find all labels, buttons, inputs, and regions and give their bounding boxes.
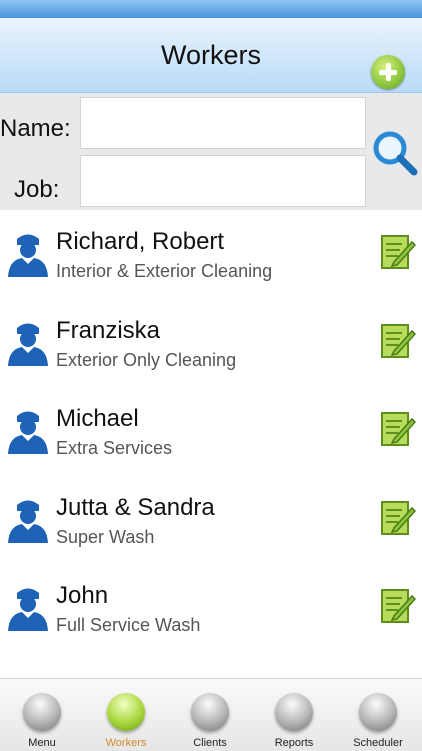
worker-avatar-icon <box>8 234 48 277</box>
tab-icon <box>191 693 229 731</box>
edit-note-icon <box>381 589 416 623</box>
edit-worker-button[interactable] <box>380 496 416 538</box>
tab-icon <box>359 693 397 731</box>
worker-avatar-icon <box>8 323 48 366</box>
job-input[interactable] <box>80 155 366 207</box>
worker-name: Michael <box>56 405 139 432</box>
worker-list-item[interactable]: Richard, Robert Interior & Exterior Clea… <box>0 210 422 299</box>
worker-job: Exterior Only Cleaning <box>56 349 237 370</box>
job-label: Job: <box>14 176 60 203</box>
worker-list-item[interactable]: Michael Extra Services <box>0 387 422 476</box>
tab-reports[interactable]: Reports <box>252 679 336 751</box>
search-panel: Name: Job: <box>0 93 422 210</box>
worker-job: Super Wash <box>56 526 155 547</box>
worker-name: Franziska <box>56 316 161 344</box>
tab-icon <box>107 693 145 731</box>
edit-note-icon <box>381 235 416 269</box>
magnifier-icon <box>373 131 418 176</box>
worker-name: John <box>56 582 109 609</box>
edit-worker-button[interactable] <box>380 230 416 272</box>
worker-list-item[interactable]: Jutta & Sandra Super Wash <box>0 476 422 565</box>
tab-clients[interactable]: Clients <box>168 679 252 751</box>
status-bar <box>0 0 422 18</box>
tab-scheduler[interactable]: Scheduler <box>336 679 420 751</box>
worker-avatar-icon <box>8 588 48 631</box>
edit-worker-button[interactable] <box>380 407 416 449</box>
worker-name: Richard, Robert <box>56 228 225 255</box>
header-bar: Workers <box>0 18 422 93</box>
tab-label: Clients <box>193 737 227 749</box>
worker-job: Full Service Wash <box>56 615 201 635</box>
worker-list-item[interactable]: John Full Service Wash <box>0 564 422 653</box>
search-button[interactable] <box>370 128 420 178</box>
name-input[interactable] <box>80 97 366 149</box>
tab-label: Reports <box>274 737 314 749</box>
worker-list-item[interactable]: Franziska Exterior Only Cleaning <box>0 299 422 388</box>
edit-worker-button[interactable] <box>380 584 416 626</box>
tab-icon <box>23 693 61 731</box>
worker-name: Jutta & Sandra <box>56 493 215 521</box>
worker-job: Extra Services <box>56 438 173 458</box>
add-worker-button[interactable] <box>371 55 405 89</box>
tab-menu[interactable]: Menu <box>0 679 84 751</box>
tab-workers[interactable]: Workers <box>84 679 168 751</box>
bottom-tab-bar: Menu Workers Clients Reports Scheduler <box>0 678 422 751</box>
tab-label: Workers <box>105 737 147 749</box>
tab-label: Menu <box>28 737 56 749</box>
page-title: Workers <box>160 40 261 70</box>
worker-list: Richard, Robert Interior & Exterior Clea… <box>0 210 422 653</box>
edit-note-icon <box>381 323 416 358</box>
worker-avatar-icon <box>8 411 48 454</box>
tab-label: Scheduler <box>353 737 403 749</box>
worker-avatar-icon <box>8 500 48 543</box>
name-label: Name: <box>0 115 71 142</box>
worker-job: Interior & Exterior Cleaning <box>56 261 273 281</box>
edit-note-icon <box>381 412 416 446</box>
tab-icon <box>275 693 313 731</box>
edit-note-icon <box>381 500 416 535</box>
edit-worker-button[interactable] <box>380 319 416 361</box>
